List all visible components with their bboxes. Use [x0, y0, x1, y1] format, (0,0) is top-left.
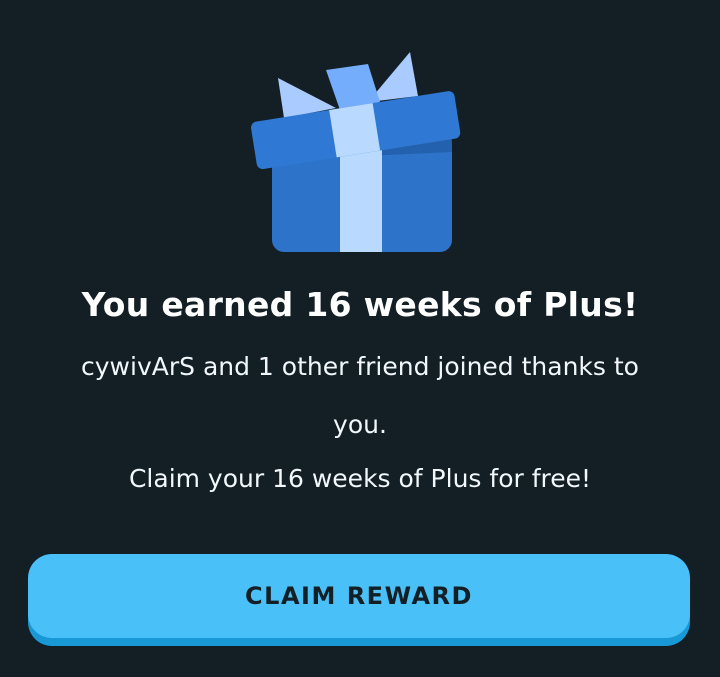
claim-reward-label: CLAIM REWARD — [245, 582, 473, 610]
gift-box-icon — [248, 44, 464, 256]
referral-message-continued: you. — [333, 410, 387, 439]
referral-message: cywivArS and 1 other friend joined thank… — [81, 352, 639, 381]
reward-title: You earned 16 weeks of Plus! — [81, 285, 639, 324]
claim-reward-button[interactable]: CLAIM REWARD — [28, 554, 690, 638]
claim-prompt: Claim your 16 weeks of Plus for free! — [128, 464, 592, 493]
